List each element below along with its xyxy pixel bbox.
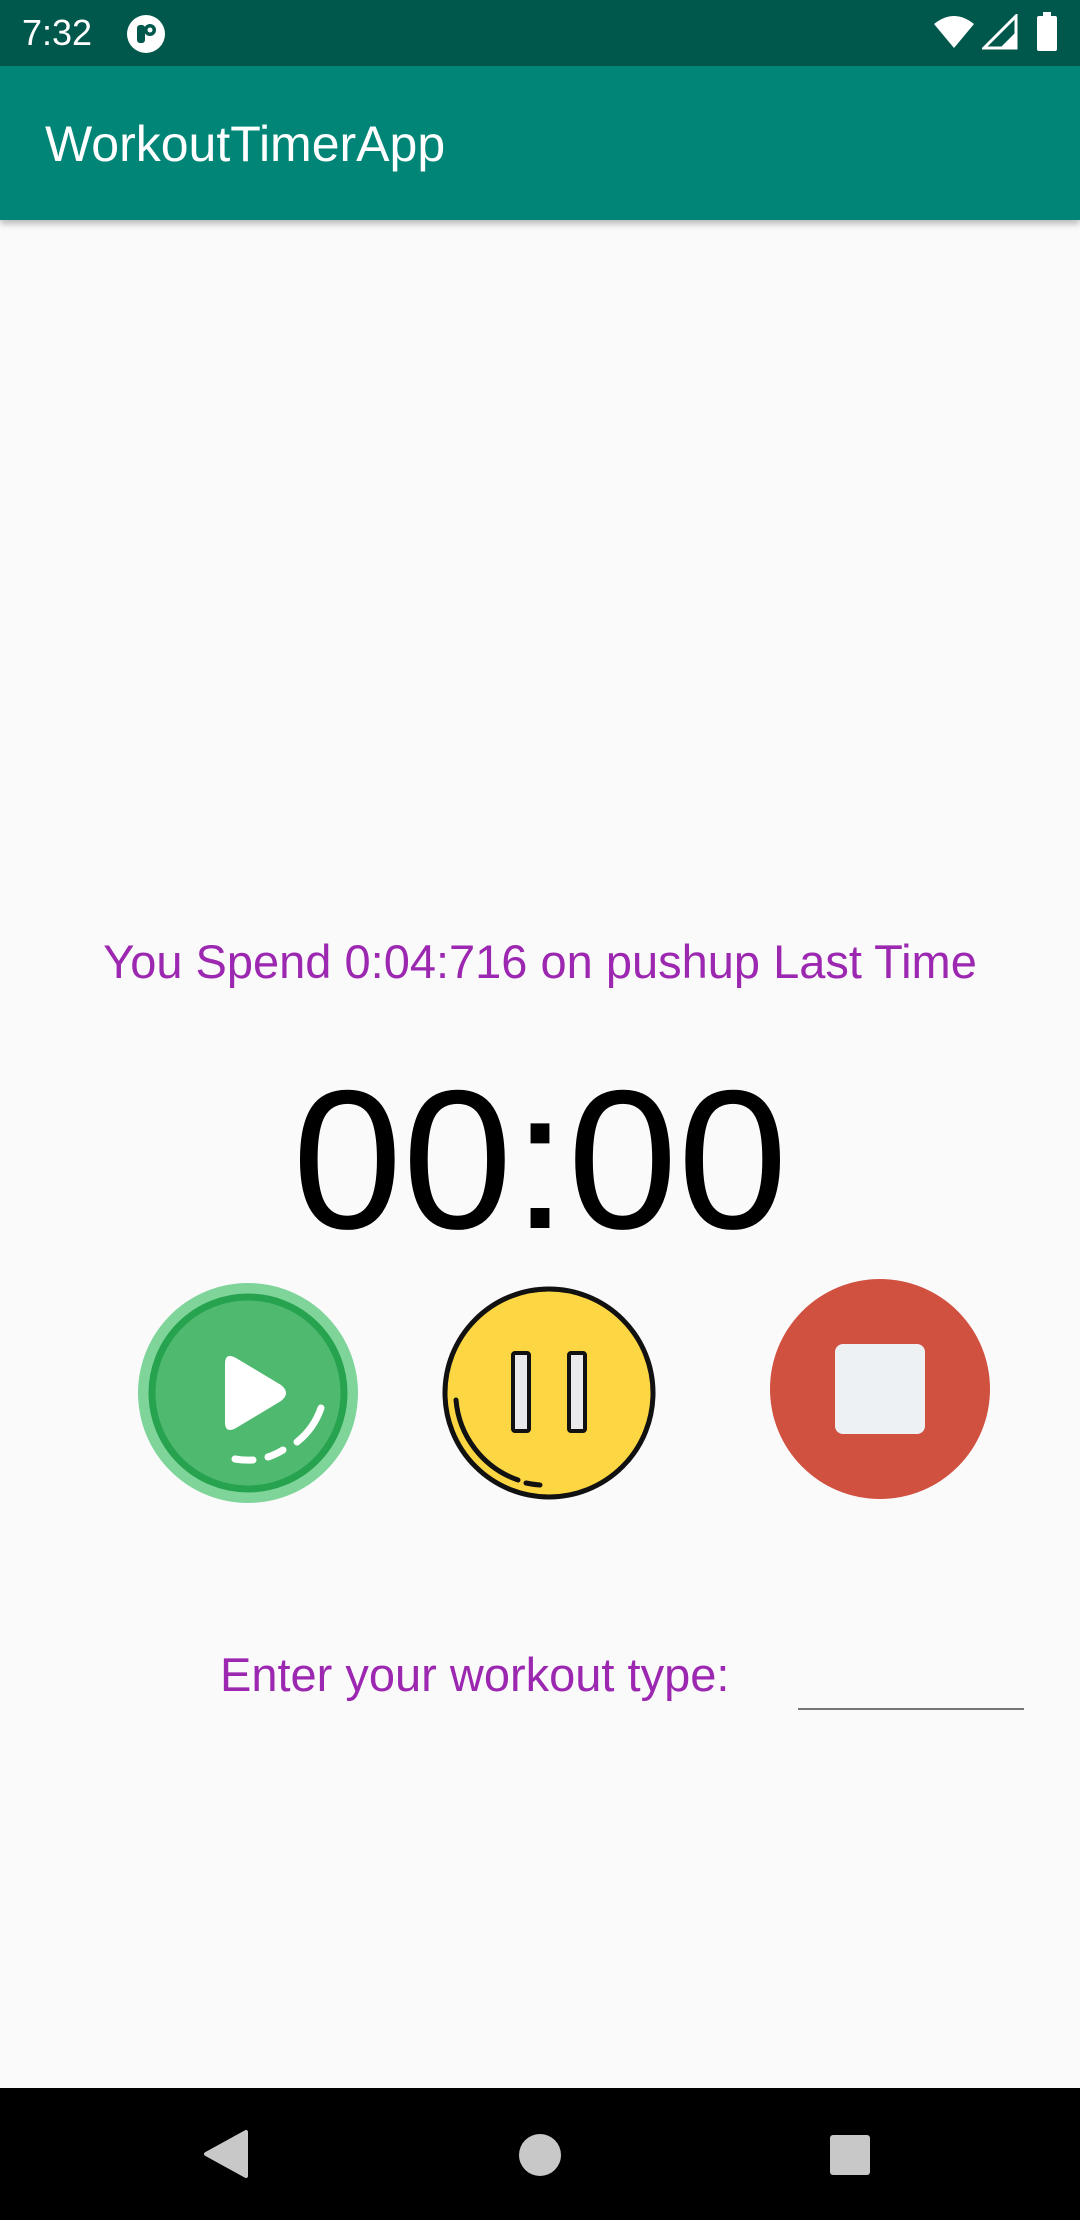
cell-signal-icon bbox=[982, 14, 1018, 50]
timer-display: 00:00 bbox=[292, 1049, 788, 1270]
stop-button[interactable] bbox=[767, 1276, 993, 1502]
workout-type-input[interactable] bbox=[798, 1640, 1024, 1710]
last-workout-summary: You Spend 0:04:716 on pushup Last Time bbox=[103, 935, 977, 988]
recents-icon[interactable] bbox=[828, 2133, 872, 2177]
battery-icon bbox=[1037, 12, 1057, 51]
play-button[interactable] bbox=[135, 1280, 361, 1506]
play-icon bbox=[138, 1283, 358, 1503]
app-title: WorkoutTimerApp bbox=[45, 116, 446, 172]
stop-icon bbox=[770, 1279, 990, 1499]
app-notification-icon bbox=[127, 15, 165, 53]
home-icon[interactable] bbox=[517, 2132, 563, 2178]
back-icon[interactable] bbox=[200, 2128, 250, 2180]
pause-icon bbox=[442, 1286, 656, 1500]
pause-button[interactable] bbox=[436, 1280, 662, 1506]
app-bar: WorkoutTimerApp bbox=[0, 66, 1080, 220]
workout-type-label: Enter your workout type: bbox=[220, 1648, 730, 1701]
status-bar: 7:32 bbox=[0, 0, 1080, 66]
status-time: 7:32 bbox=[22, 12, 93, 53]
wifi-icon bbox=[934, 16, 974, 48]
